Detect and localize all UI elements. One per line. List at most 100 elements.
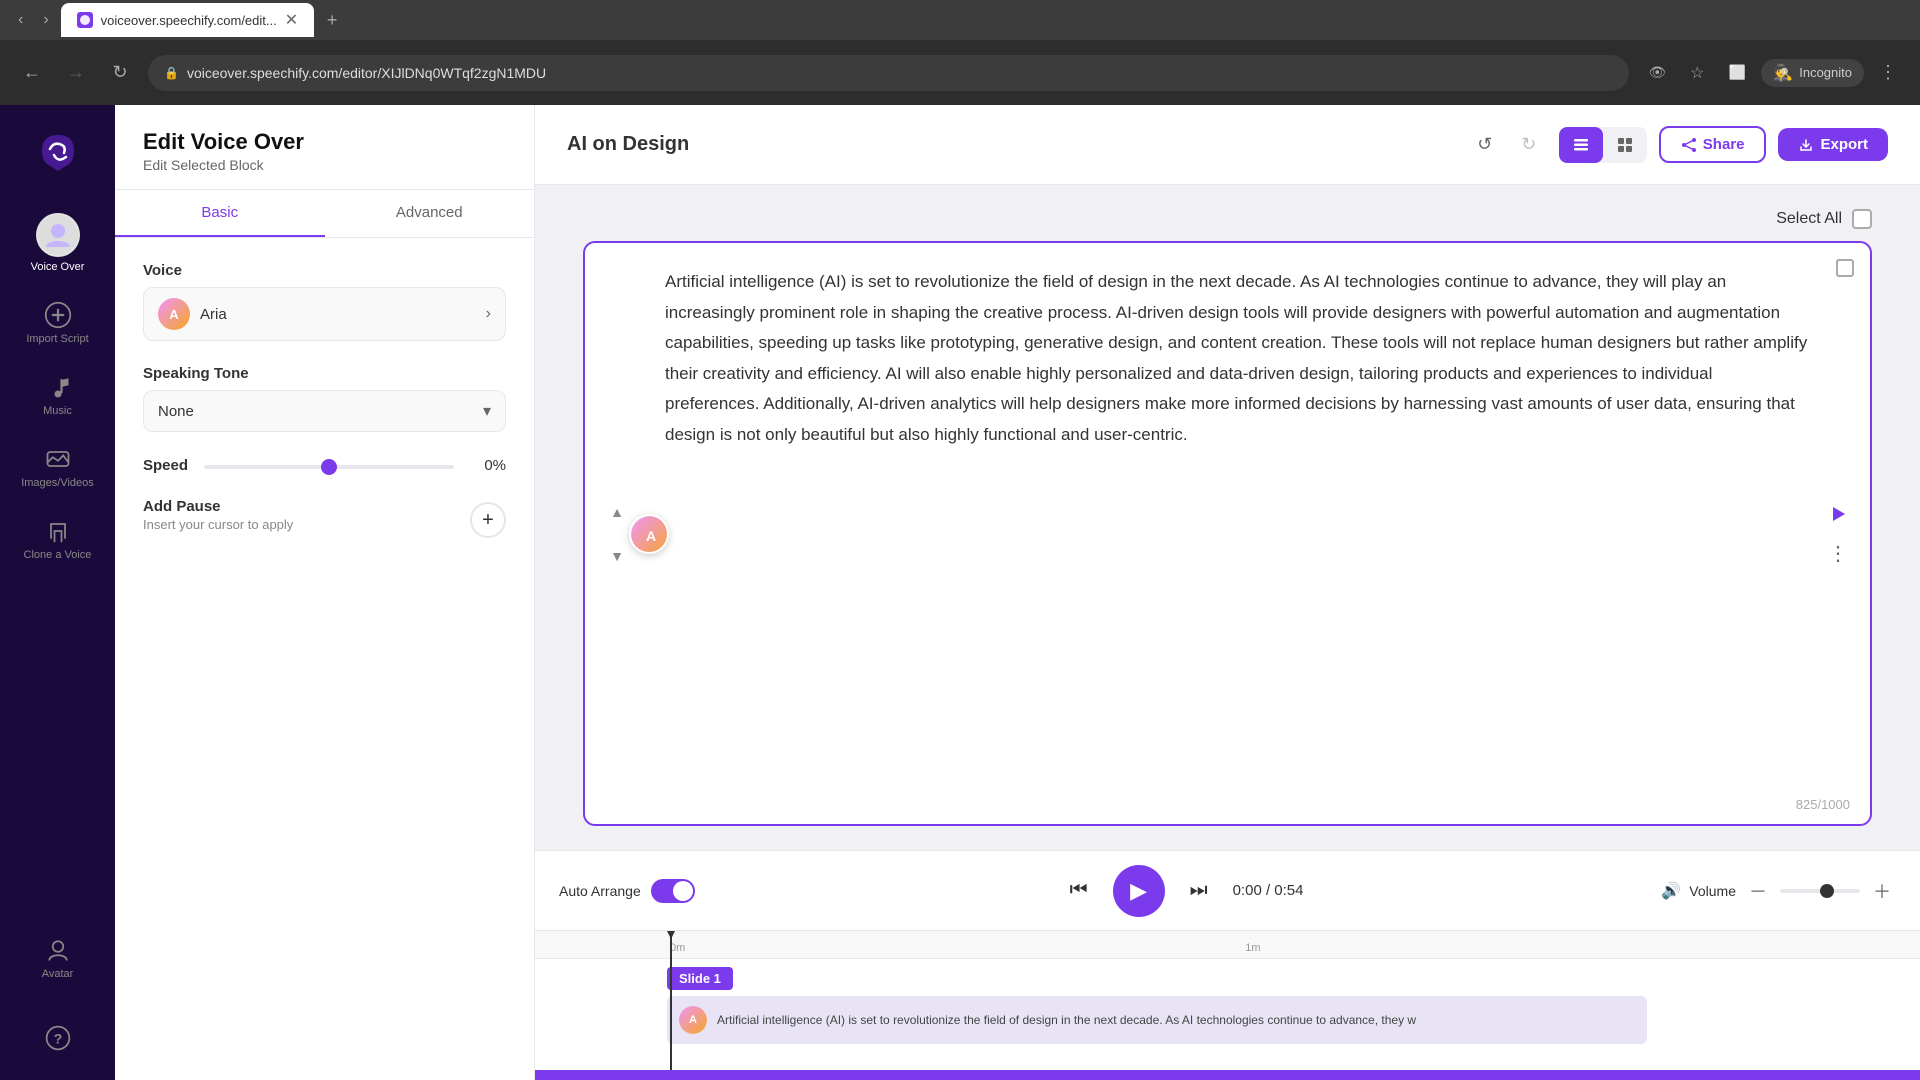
- text-block: ▲ ▼ A Artificial intelligence (AI) is se…: [583, 241, 1872, 826]
- move-down-button[interactable]: ▼: [601, 540, 633, 572]
- add-pause-button[interactable]: +: [470, 502, 506, 538]
- menu-button[interactable]: ⋮: [1872, 57, 1904, 89]
- tab-advanced[interactable]: Advanced: [325, 190, 535, 237]
- panel-title: Edit Voice Over: [143, 129, 506, 155]
- view-btn-grid[interactable]: [1603, 127, 1647, 163]
- undo-redo: ↺ ↻: [1467, 127, 1547, 163]
- zoom-out-button[interactable]: －: [1744, 877, 1772, 905]
- address-bar[interactable]: 🔒 voiceover.speechify.com/editor/XIJlDNq…: [148, 55, 1629, 91]
- bookmark-icon[interactable]: ☆: [1681, 57, 1713, 89]
- timeline-ruler: 0m 1m: [535, 931, 1920, 959]
- share-button[interactable]: Share: [1659, 126, 1767, 163]
- tone-selector[interactable]: None ▾: [143, 390, 506, 432]
- sidebar-item-clone-voice[interactable]: Clone a Voice: [10, 505, 105, 573]
- left-panel: Edit Voice Over Edit Selected Block Basi…: [115, 105, 535, 1080]
- undo-button[interactable]: ↺: [1467, 127, 1503, 163]
- select-all-row: Select All: [583, 209, 1872, 229]
- speaking-tone-label: Speaking Tone: [143, 365, 506, 382]
- active-tab[interactable]: voiceover.speechify.com/edit... ✕: [61, 3, 314, 37]
- playback-controls: ⏮ ▶ ⏭ 0:00 / 0:54: [727, 865, 1638, 917]
- extension-icon[interactable]: 👁: [1641, 57, 1673, 89]
- track-text: Artificial intelligence (AI) is set to r…: [717, 1013, 1416, 1027]
- back-button[interactable]: ←: [16, 57, 48, 89]
- panel-subtitle: Edit Selected Block: [143, 157, 506, 173]
- sidebar-item-music[interactable]: Music: [10, 361, 105, 429]
- export-button[interactable]: Export: [1778, 128, 1888, 161]
- header-actions: ↺ ↻ Share Export: [1467, 126, 1888, 163]
- purple-bar: [535, 1070, 1920, 1080]
- sidebar-item-avatar[interactable]: Avatar: [10, 924, 105, 992]
- ruler-start-label: 0m: [670, 942, 685, 954]
- tab-forward-arrow[interactable]: ›: [35, 7, 56, 33]
- sidebar-item-voice-over[interactable]: Voice Over: [10, 201, 105, 285]
- sidebar: Voice Over Import Script Music: [0, 105, 115, 1080]
- select-all-checkbox[interactable]: [1852, 209, 1872, 229]
- ruler-end-label: 1m: [1245, 942, 1260, 954]
- bottom-bar: Auto Arrange ⏮ ▶ ⏭ 0:00 / 0:54 🔊 Volume …: [535, 850, 1920, 930]
- tone-chevron-icon: ▾: [483, 401, 491, 421]
- main-content: AI on Design ↺ ↻ Share: [535, 105, 1920, 1080]
- speed-slider-container: [204, 456, 454, 474]
- clone-voice-icon: [44, 517, 72, 545]
- redo-button[interactable]: ↻: [1511, 127, 1547, 163]
- view-btn-list[interactable]: [1559, 127, 1603, 163]
- select-all-text: Select All: [1776, 210, 1842, 228]
- browser-nav: ← → ↻ 🔒 voiceover.speechify.com/editor/X…: [0, 40, 1920, 105]
- voice-selector[interactable]: A Aria ›: [143, 287, 506, 341]
- volume-slider[interactable]: [1780, 889, 1860, 893]
- cast-icon[interactable]: ⬜: [1721, 57, 1753, 89]
- tone-value: None: [158, 403, 194, 420]
- nav-actions: 👁 ☆ ⬜ 🕵 Incognito ⋮: [1641, 57, 1904, 89]
- tab-basic[interactable]: Basic: [115, 190, 325, 237]
- close-tab-button[interactable]: ✕: [285, 10, 298, 30]
- voice-over-avatar: [36, 213, 80, 257]
- speed-slider[interactable]: [204, 465, 454, 469]
- toggle-thumb: [673, 881, 693, 901]
- text-controls-right: ⋮: [1822, 498, 1854, 570]
- main-header: AI on Design ↺ ↻ Share: [535, 105, 1920, 185]
- address-url: voiceover.speechify.com/editor/XIJlDNq0W…: [187, 65, 546, 81]
- more-options-button[interactable]: ⋮: [1822, 538, 1854, 570]
- play-button[interactable]: ▶: [1113, 865, 1165, 917]
- volume-label: Volume: [1689, 883, 1736, 899]
- forward-button[interactable]: →: [60, 57, 92, 89]
- panel-tabs: Basic Advanced: [115, 190, 534, 238]
- tab-back-arrow[interactable]: ‹: [10, 7, 31, 33]
- voice-chevron-icon: ›: [486, 305, 491, 323]
- zoom-out-button: －: [1744, 877, 1772, 905]
- skip-forward-button[interactable]: ⏭: [1181, 873, 1217, 909]
- tab-title: voiceover.speechify.com/edit...: [101, 13, 277, 28]
- browser-chrome: ‹ › voiceover.speechify.com/edit... ✕ + …: [0, 0, 1920, 105]
- speaking-tone-field-row: Speaking Tone None ▾: [143, 365, 506, 432]
- aria-avatar: A: [158, 298, 190, 330]
- voice-label: Voice: [143, 262, 506, 279]
- images-videos-icon: [44, 445, 72, 473]
- move-up-button[interactable]: ▲: [601, 496, 633, 528]
- incognito-label: Incognito: [1799, 65, 1852, 80]
- sidebar-item-import-script[interactable]: Import Script: [10, 289, 105, 357]
- sidebar-item-images-videos[interactable]: Images/Videos: [10, 433, 105, 501]
- add-pause-title: Add Pause: [143, 498, 293, 515]
- volume-icon: 🔊: [1661, 881, 1681, 901]
- app: Voice Over Import Script Music: [0, 105, 1920, 1080]
- auto-arrange-toggle[interactable]: [651, 879, 695, 903]
- project-title: AI on Design: [567, 133, 689, 156]
- block-avatar: A: [631, 516, 669, 554]
- skip-back-button[interactable]: ⏮: [1061, 873, 1097, 909]
- reload-button[interactable]: ↻: [104, 57, 136, 89]
- timeline-track[interactable]: A Artificial intelligence (AI) is set to…: [667, 996, 1647, 1044]
- sidebar-item-help[interactable]: ?: [10, 1012, 105, 1064]
- play-block-button[interactable]: [1822, 498, 1854, 530]
- sidebar-item-music-label: Music: [43, 405, 72, 417]
- zoom-in-button[interactable]: ＋: [1868, 877, 1896, 905]
- avatar-icon: [44, 936, 72, 964]
- volume-section: 🔊 Volume － ＋: [1661, 877, 1896, 905]
- char-count: 825/1000: [1796, 797, 1850, 812]
- block-checkbox[interactable]: [1836, 259, 1854, 277]
- new-tab-button[interactable]: +: [318, 6, 346, 34]
- import-script-icon: [44, 301, 72, 329]
- voice-name: Aria: [200, 306, 476, 323]
- sidebar-item-voice-over-label: Voice Over: [31, 261, 85, 273]
- svg-text:?: ?: [53, 1030, 62, 1046]
- text-content[interactable]: Artificial intelligence (AI) is set to r…: [665, 267, 1810, 451]
